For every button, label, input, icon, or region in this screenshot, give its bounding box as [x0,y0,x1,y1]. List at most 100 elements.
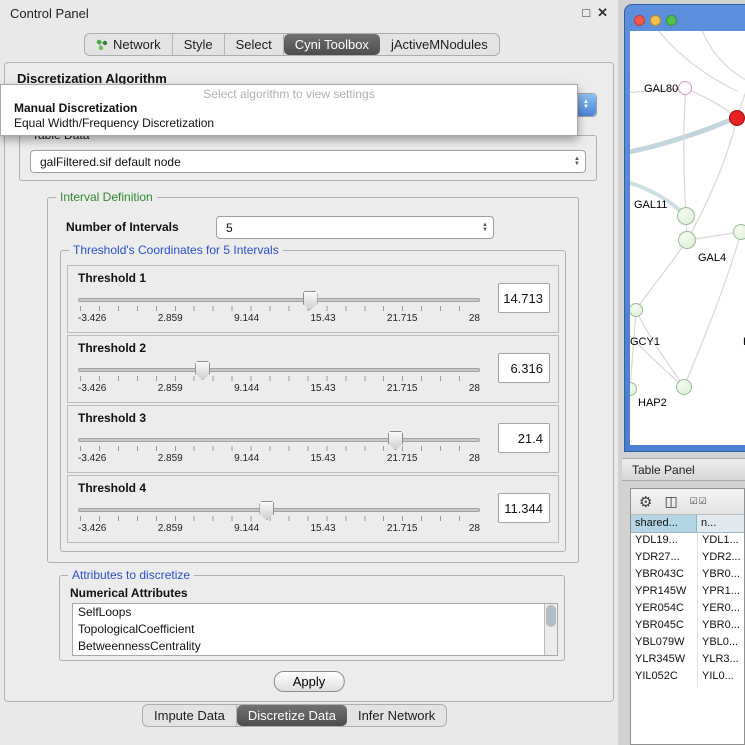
attributes-group: Attributes to discretize Numerical Attri… [59,575,565,661]
number-of-intervals-value: 5 [217,221,477,235]
table-data-combobox[interactable]: galFiltered.sif default node ▲▼ [30,150,586,173]
tab-infer-network[interactable]: Infer Network [347,705,446,726]
threshold-label: Threshold 2 [78,341,146,355]
list-item[interactable]: TopologicalCoefficient [73,621,557,638]
network-node[interactable] [678,81,692,95]
list-item[interactable]: BetweennessCentrality [73,638,557,655]
network-node[interactable] [676,379,692,395]
apply-button[interactable]: Apply [274,671,345,692]
slider-track[interactable] [78,438,480,442]
network-canvas[interactable]: GAL80 GAL11 GAL4 GCY1 HAP2 H [630,31,745,445]
table-row[interactable]: YDR27...YDR2... [631,550,744,567]
table-row[interactable]: YLR345WYLR3... [631,652,744,669]
network-node[interactable] [678,231,696,249]
zoom-traffic-icon[interactable] [666,15,677,26]
threshold-value-field[interactable]: 6.316 [498,353,550,383]
combo-stepper-icon[interactable]: ▲▼ [477,223,493,233]
thresholds-group: Threshold's Coordinates for 5 Intervals … [60,250,566,552]
tab-label: Impute Data [154,708,225,723]
combo-stepper-icon[interactable]: ▲▼ [569,157,585,167]
tab-label: Select [236,37,272,52]
numerical-attributes-label: Numerical Attributes [70,586,188,600]
scrollbar[interactable] [544,604,557,655]
minimize-traffic-icon[interactable] [650,15,661,26]
threshold-row: Threshold 3 -3.4262.8599.14415.4321.7152… [67,405,559,473]
table-row[interactable]: YIL052CYIL0... [631,669,744,686]
slider-ticks [80,376,478,381]
tab-style[interactable]: Style [173,34,225,55]
slider-track[interactable] [78,508,480,512]
table-body: YDL19...YDL1... YDR27...YDR2... YBR043CY… [631,533,744,686]
dropdown-option[interactable]: Equal Width/Frequency Discretization [1,116,577,131]
threshold-slider[interactable]: -3.4262.8599.14415.4321.71528 [78,360,480,398]
slider-track[interactable] [78,298,480,302]
table-row[interactable]: YPR145WYPR1... [631,584,744,601]
column-header-name[interactable]: n... [697,515,744,532]
tick-labels: -3.4262.8599.14415.4321.71528 [78,523,480,534]
slider-ticks [80,446,478,451]
slider-track[interactable] [78,368,480,372]
window-title: Control Panel [10,6,89,21]
tab-discretize-data[interactable]: Discretize Data [237,705,347,726]
threshold-slider[interactable]: -3.4262.8599.14415.4321.71528 [78,290,480,328]
table-row[interactable]: YDL19...YDL1... [631,533,744,550]
network-node-red[interactable] [729,110,745,126]
slider-ticks [80,306,478,311]
bottom-tabstrip: Impute Data Discretize Data Infer Networ… [142,704,447,727]
node-label: GAL11 [634,199,667,211]
close-icon[interactable]: ✕ [597,5,608,21]
threshold-value-field[interactable]: 21.4 [498,423,550,453]
threshold-label: Threshold 4 [78,481,146,495]
float-window-icon[interactable]: □ [582,5,590,21]
table-header-row: shared... n... [631,515,744,533]
control-panel-window: Control Panel □ ✕ Network Style Select C… [0,0,618,745]
column-header-shared[interactable]: shared... [631,515,697,532]
tab-label: Network [113,37,161,52]
interval-definition-title: Interval Definition [56,190,157,204]
select-attributes-icon[interactable]: ☑☑ [690,496,708,507]
table-row[interactable]: YBR043CYBR0... [631,567,744,584]
scrollbar-thumb[interactable] [546,605,556,627]
tab-select[interactable]: Select [225,34,284,55]
table-row[interactable]: YER054CYER0... [631,601,744,618]
gear-icon[interactable]: ⚙ [639,493,652,511]
node-label: GAL80 [644,83,678,95]
table-toolbar: ⚙ ◫ ☑☑ [631,489,744,515]
threshold-value-field[interactable]: 11.344 [498,493,550,523]
threshold-value-field[interactable]: 14.713 [498,283,550,313]
network-node[interactable] [677,207,695,225]
threshold-slider[interactable]: -3.4262.8599.14415.4321.71528 [78,500,480,538]
list-item[interactable]: SelfLoops [73,604,557,621]
tab-label: Discretize Data [248,708,336,723]
tab-label: jActiveMNodules [391,37,488,52]
network-node[interactable] [733,224,745,240]
node-label: GCY1 [630,336,660,348]
dropdown-option[interactable]: Manual Discretization [1,101,577,116]
tab-impute-data[interactable]: Impute Data [143,705,237,726]
number-of-intervals-combobox[interactable]: 5 ▲▼ [216,216,494,239]
tab-label: Cyni Toolbox [295,37,369,52]
table-row[interactable]: YBR045CYBR0... [631,618,744,635]
interval-definition-group: Interval Definition Number of Intervals … [47,197,579,563]
threshold-slider[interactable]: -3.4262.8599.14415.4321.71528 [78,430,480,468]
table-row[interactable]: YBL079WYBL0... [631,635,744,652]
table-panel-title: Table Panel [632,463,695,477]
tab-network[interactable]: Network [85,34,173,55]
thresholds-group-title: Threshold's Coordinates for 5 Intervals [69,243,283,257]
tab-label: Style [184,37,213,52]
tab-label: Infer Network [358,708,435,723]
threshold-row: Threshold 2 -3.4262.8599.14415.4321.7152… [67,335,559,403]
combo-stepper-icon[interactable]: ▲▼ [576,94,596,116]
window-traffic-lights [634,15,677,26]
close-traffic-icon[interactable] [634,15,645,26]
table-data-selected: galFiltered.sif default node [31,155,569,169]
tab-jactivemnodules[interactable]: jActiveMNodules [380,34,499,55]
tab-cyni-toolbox[interactable]: Cyni Toolbox [284,34,380,55]
threshold-label: Threshold 1 [78,271,146,285]
table-data-group: Table Data galFiltered.sif default node … [19,135,597,181]
table-panel-titlebar: Table Panel [622,458,745,481]
titlebar: Control Panel □ ✕ [0,0,618,26]
slider-ticks [80,516,478,521]
columns-icon[interactable]: ◫ [664,493,677,510]
tick-labels: -3.4262.8599.14415.4321.71528 [78,313,480,324]
